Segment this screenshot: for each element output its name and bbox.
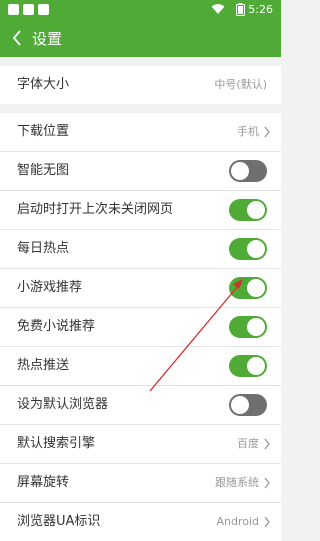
setting-label: 字体大小 [17,77,70,92]
toggle-knob [231,162,249,180]
hot-push-toggle[interactable] [229,355,267,377]
setting-value: 中号(默认) [214,78,267,91]
setting-font-size[interactable]: 字体大小 中号(默认) [0,66,281,104]
setting-label: 启动时打开上次未关闭网页 [17,202,174,217]
mini-game-recommend-toggle[interactable] [229,277,267,299]
setting-label: 屏幕旋转 [17,475,70,490]
setting-label: 设为默认浏览器 [17,397,109,412]
notification-icon [38,4,49,15]
setting-label: 每日热点 [17,241,70,256]
section-divider [0,57,281,66]
clock: 5:26 [248,3,273,16]
chevron-right-icon [264,477,270,489]
setting-daily-hot: 每日热点 [0,230,281,269]
setting-ua-identity[interactable]: 浏览器UA标识 Android [0,503,281,541]
settings-section-general: 下载位置 手机 智能无图 启动时打开上次未关闭网页 每日热点 小游戏推荐 免费小… [0,113,281,541]
setting-free-novel-recommend: 免费小说推荐 [0,308,281,347]
toggle-knob [247,279,265,297]
restore-pages-toggle[interactable] [229,199,267,221]
setting-label: 小游戏推荐 [17,280,83,295]
no-image-mode-toggle[interactable] [229,160,267,182]
wifi-icon [211,4,225,14]
chevron-right-icon [264,516,270,528]
status-bar: 5:26 [0,0,281,20]
battery-icon [236,3,245,16]
setting-screen-rotation[interactable]: 屏幕旋转 跟随系统 [0,464,281,503]
default-browser-toggle[interactable] [229,394,267,416]
setting-default-browser: 设为默认浏览器 [0,386,281,425]
setting-value: 跟随系统 [215,476,259,489]
setting-label: 浏览器UA标识 [17,514,101,529]
setting-label: 默认搜索引擎 [17,436,96,451]
setting-hot-push: 热点推送 [0,347,281,386]
toggle-knob [247,240,265,258]
chevron-right-icon [264,126,270,138]
setting-label: 下载位置 [17,124,70,139]
setting-search-engine[interactable]: 默认搜索引擎 百度 [0,425,281,464]
setting-download-location[interactable]: 下载位置 手机 [0,113,281,152]
setting-label: 免费小说推荐 [17,319,96,334]
setting-label: 热点推送 [17,358,70,373]
back-button[interactable] [8,28,26,48]
chevron-left-icon [12,30,21,46]
toggle-knob [231,396,249,414]
notification-icon [8,4,19,15]
toggle-knob [247,201,265,219]
free-novel-recommend-toggle[interactable] [229,316,267,338]
setting-label: 智能无图 [17,163,70,178]
setting-value: 百度 [237,437,259,450]
chevron-right-icon [264,438,270,450]
setting-no-image-mode: 智能无图 [0,152,281,191]
setting-value: 手机 [237,125,259,138]
settings-section-display: 字体大小 中号(默认) [0,66,281,104]
page-title: 设置 [32,30,63,48]
app-header: 设置 [0,20,281,57]
setting-restore-pages: 启动时打开上次未关闭网页 [0,191,281,230]
toggle-knob [247,318,265,336]
setting-value: Android [216,515,259,528]
toggle-knob [247,357,265,375]
section-divider [0,104,281,113]
notification-icon [23,4,34,15]
daily-hot-toggle[interactable] [229,238,267,260]
setting-mini-game-recommend: 小游戏推荐 [0,269,281,308]
